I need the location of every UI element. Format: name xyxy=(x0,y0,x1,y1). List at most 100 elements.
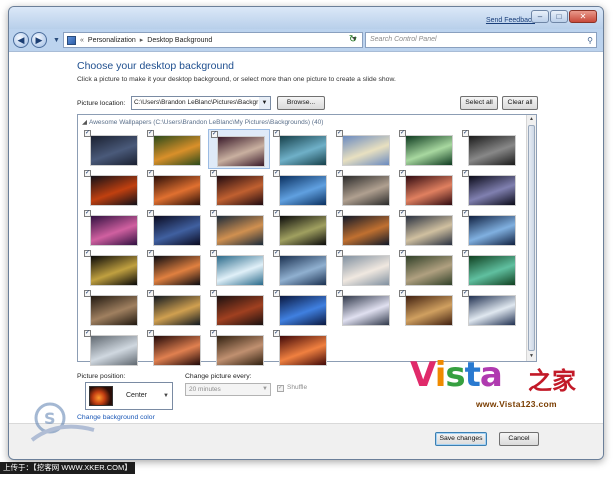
address-bar[interactable]: « Personalization ▸ Desktop Background ▼ xyxy=(63,32,363,48)
thumbnail-checkbox[interactable]: ✓ xyxy=(336,210,343,217)
picture-position-select[interactable]: Center ▼ xyxy=(85,382,173,410)
thumbnail-checkbox[interactable]: ✓ xyxy=(211,131,218,138)
thumbnail-checkbox[interactable]: ✓ xyxy=(336,290,343,297)
thumbnail-checkbox[interactable]: ✓ xyxy=(84,330,91,337)
collapse-triangle-icon[interactable]: ◢ xyxy=(82,119,87,126)
save-changes-button[interactable]: Save changes xyxy=(435,432,487,446)
thumbnail-checkbox[interactable]: ✓ xyxy=(84,170,91,177)
thumbnail-checkbox[interactable]: ✓ xyxy=(84,250,91,257)
wallpaper-thumbnail-38[interactable]: ✓ xyxy=(208,329,270,369)
thumbnail-checkbox[interactable]: ✓ xyxy=(147,210,154,217)
title-bar[interactable]: Send Feedback – □ ✕ xyxy=(9,7,603,29)
wallpaper-thumbnail-16[interactable]: ✓ xyxy=(145,209,207,249)
thumbnail-checkbox[interactable]: ✓ xyxy=(462,250,469,257)
wallpaper-thumbnail-23[interactable]: ✓ xyxy=(145,249,207,289)
thumbnail-checkbox[interactable]: ✓ xyxy=(273,210,280,217)
thumbnail-checkbox[interactable]: ✓ xyxy=(273,290,280,297)
wallpaper-thumbnail-30[interactable]: ✓ xyxy=(145,289,207,329)
recent-pages-chevron-down-icon[interactable]: ▼ xyxy=(53,37,60,44)
search-input[interactable]: Search Control Panel ⚲ xyxy=(365,32,597,48)
wallpaper-thumbnail-13[interactable]: ✓ xyxy=(397,169,459,209)
wallpaper-thumbnail-32[interactable]: ✓ xyxy=(271,289,333,329)
thumbnail-checkbox[interactable]: ✓ xyxy=(147,290,154,297)
wallpaper-thumbnail-29[interactable]: ✓ xyxy=(82,289,144,329)
thumbnail-checkbox[interactable]: ✓ xyxy=(210,330,217,337)
gallery-group-header[interactable]: ◢ Awesome Wallpapers (C:\Users\Brandon Le… xyxy=(82,118,323,126)
shuffle-checkbox[interactable]: ✓ xyxy=(277,385,284,392)
double-chevron-left-icon[interactable]: « xyxy=(80,37,84,44)
thumbnail-checkbox[interactable]: ✓ xyxy=(399,210,406,217)
wallpaper-thumbnail-2[interactable]: ✓ xyxy=(145,129,207,169)
wallpaper-thumbnail-25[interactable]: ✓ xyxy=(271,249,333,289)
wallpaper-thumbnail-1[interactable]: ✓ xyxy=(82,129,144,169)
thumbnail-checkbox[interactable]: ✓ xyxy=(147,170,154,177)
thumbnail-checkbox[interactable]: ✓ xyxy=(462,290,469,297)
thumbnail-checkbox[interactable]: ✓ xyxy=(273,130,280,137)
wallpaper-thumbnail-7[interactable]: ✓ xyxy=(460,129,522,169)
thumbnail-checkbox[interactable]: ✓ xyxy=(462,210,469,217)
wallpaper-thumbnail-20[interactable]: ✓ xyxy=(397,209,459,249)
wallpaper-thumbnail-19[interactable]: ✓ xyxy=(334,209,396,249)
thumbnail-checkbox[interactable]: ✓ xyxy=(273,330,280,337)
thumbnail-checkbox[interactable]: ✓ xyxy=(336,170,343,177)
wallpaper-thumbnail-24[interactable]: ✓ xyxy=(208,249,270,289)
wallpaper-thumbnail-28[interactable]: ✓ xyxy=(460,249,522,289)
wallpaper-thumbnail-26[interactable]: ✓ xyxy=(334,249,396,289)
thumbnail-checkbox[interactable]: ✓ xyxy=(210,290,217,297)
wallpaper-thumbnail-9[interactable]: ✓ xyxy=(145,169,207,209)
vertical-scrollbar[interactable]: ▲ ▼ xyxy=(526,115,536,361)
wallpaper-thumbnail-5[interactable]: ✓ xyxy=(334,129,396,169)
forward-arrow-icon[interactable]: ▶ xyxy=(31,32,47,48)
wallpaper-thumbnail-37[interactable]: ✓ xyxy=(145,329,207,369)
wallpaper-thumbnail-21[interactable]: ✓ xyxy=(460,209,522,249)
close-button[interactable]: ✕ xyxy=(569,10,597,23)
wallpaper-thumbnail-6[interactable]: ✓ xyxy=(397,129,459,169)
wallpaper-thumbnail-17[interactable]: ✓ xyxy=(208,209,270,249)
wallpaper-thumbnail-34[interactable]: ✓ xyxy=(397,289,459,329)
thumbnail-checkbox[interactable]: ✓ xyxy=(84,210,91,217)
wallpaper-thumbnail-12[interactable]: ✓ xyxy=(334,169,396,209)
thumbnail-checkbox[interactable]: ✓ xyxy=(84,290,91,297)
clear-all-button[interactable]: Clear all xyxy=(502,96,538,110)
picture-location-select[interactable]: C:\Users\Brandon LeBlanc\Pictures\Backgr… xyxy=(131,96,271,110)
wallpaper-thumbnail-3[interactable]: ✓ xyxy=(208,129,270,169)
browse-button[interactable]: Browse... xyxy=(277,96,325,110)
wallpaper-thumbnail-36[interactable]: ✓ xyxy=(82,329,144,369)
breadcrumb-separator-icon[interactable]: ▸ xyxy=(140,36,144,44)
thumbnail-checkbox[interactable]: ✓ xyxy=(273,250,280,257)
wallpaper-thumbnail-11[interactable]: ✓ xyxy=(271,169,333,209)
scrollbar-thumb[interactable] xyxy=(528,125,535,351)
scroll-up-arrow-icon[interactable]: ▲ xyxy=(527,115,536,124)
wallpaper-thumbnail-8[interactable]: ✓ xyxy=(82,169,144,209)
wallpaper-thumbnail-15[interactable]: ✓ xyxy=(82,209,144,249)
wallpaper-thumbnail-27[interactable]: ✓ xyxy=(397,249,459,289)
thumbnail-checkbox[interactable]: ✓ xyxy=(147,130,154,137)
wallpaper-thumbnail-39[interactable]: ✓ xyxy=(271,329,333,369)
wallpaper-thumbnail-33[interactable]: ✓ xyxy=(334,289,396,329)
wallpaper-thumbnail-10[interactable]: ✓ xyxy=(208,169,270,209)
wallpaper-thumbnail-35[interactable]: ✓ xyxy=(460,289,522,329)
wallpaper-thumbnail-22[interactable]: ✓ xyxy=(82,249,144,289)
minimize-button[interactable]: – xyxy=(531,10,549,23)
thumbnail-checkbox[interactable]: ✓ xyxy=(273,170,280,177)
send-feedback-link[interactable]: Send Feedback xyxy=(486,17,535,24)
thumbnail-checkbox[interactable]: ✓ xyxy=(210,210,217,217)
thumbnail-checkbox[interactable]: ✓ xyxy=(210,170,217,177)
thumbnail-checkbox[interactable]: ✓ xyxy=(336,130,343,137)
thumbnail-checkbox[interactable]: ✓ xyxy=(399,130,406,137)
change-interval-select[interactable]: 20 minutes ▼ xyxy=(185,383,271,396)
thumbnail-checkbox[interactable]: ✓ xyxy=(399,290,406,297)
thumbnail-checkbox[interactable]: ✓ xyxy=(147,330,154,337)
back-arrow-icon[interactable]: ◀ xyxy=(13,32,29,48)
wallpaper-thumbnail-4[interactable]: ✓ xyxy=(271,129,333,169)
wallpaper-thumbnail-31[interactable]: ✓ xyxy=(208,289,270,329)
thumbnail-checkbox[interactable]: ✓ xyxy=(336,250,343,257)
breadcrumb-desktop-background[interactable]: Desktop Background xyxy=(147,37,212,44)
select-all-button[interactable]: Select all xyxy=(460,96,498,110)
wallpaper-thumbnail-14[interactable]: ✓ xyxy=(460,169,522,209)
thumbnail-checkbox[interactable]: ✓ xyxy=(462,170,469,177)
cancel-button[interactable]: Cancel xyxy=(499,432,539,446)
thumbnail-checkbox[interactable]: ✓ xyxy=(147,250,154,257)
wallpaper-thumbnail-18[interactable]: ✓ xyxy=(271,209,333,249)
thumbnail-checkbox[interactable]: ✓ xyxy=(399,250,406,257)
